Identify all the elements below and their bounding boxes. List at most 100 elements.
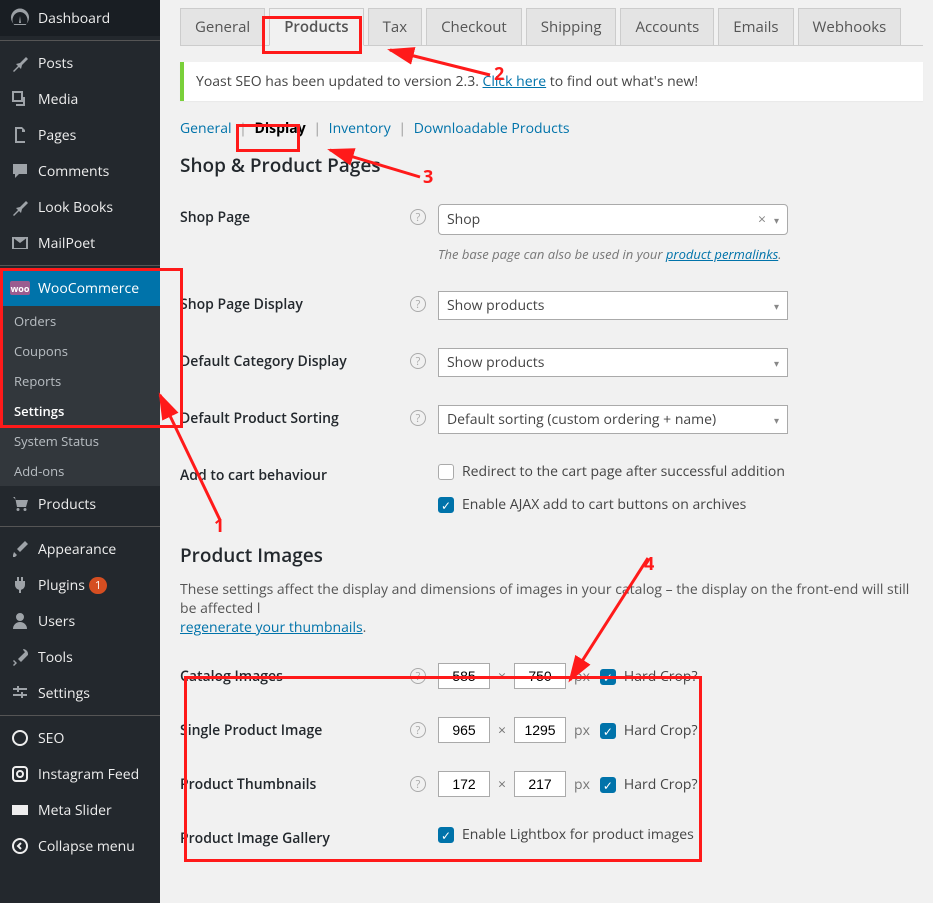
menu-posts[interactable]: Posts bbox=[0, 45, 160, 81]
images-desc: These settings affect the display and di… bbox=[180, 580, 923, 637]
menu-settings[interactable]: Settings bbox=[0, 675, 160, 711]
submenu-orders[interactable]: Orders bbox=[0, 306, 160, 336]
label-add-to-cart: Add to cart behaviour bbox=[180, 462, 410, 485]
media-icon bbox=[10, 89, 30, 109]
cart-icon bbox=[10, 494, 30, 514]
submenu-reports[interactable]: Reports bbox=[0, 366, 160, 396]
tab-tax[interactable]: Tax bbox=[368, 8, 422, 45]
menu-tools[interactable]: Tools bbox=[0, 639, 160, 675]
menu-label: Comments bbox=[38, 162, 109, 181]
collapse-icon bbox=[10, 836, 30, 856]
sub-display[interactable]: Display bbox=[255, 119, 306, 138]
menu-label: Plugins bbox=[38, 576, 85, 595]
notice-link[interactable]: Click here bbox=[483, 72, 547, 91]
menu-appearance[interactable]: Appearance bbox=[0, 531, 160, 567]
menu-label: Dashboard bbox=[38, 9, 110, 28]
tab-emails[interactable]: Emails bbox=[718, 8, 793, 45]
label-gallery: Product Image Gallery bbox=[180, 825, 410, 848]
star-icon bbox=[10, 197, 30, 217]
permalinks-link[interactable]: product permalinks bbox=[666, 245, 778, 263]
seo-icon bbox=[10, 728, 30, 748]
redirect-checkbox[interactable] bbox=[438, 464, 454, 480]
help-icon[interactable]: ? bbox=[410, 776, 426, 792]
label-thumbnails: Product Thumbnails bbox=[180, 771, 410, 794]
help-icon[interactable]: ? bbox=[410, 668, 426, 684]
menu-woocommerce[interactable]: wooWooCommerce bbox=[0, 270, 160, 306]
tab-products[interactable]: Products bbox=[269, 8, 363, 46]
help-icon[interactable]: ? bbox=[410, 209, 426, 225]
menu-media[interactable]: Media bbox=[0, 81, 160, 117]
caret-icon: ▾ bbox=[774, 413, 779, 427]
menu-lookbooks[interactable]: Look Books bbox=[0, 189, 160, 225]
tab-shipping[interactable]: Shipping bbox=[526, 8, 617, 45]
lightbox-checkbox[interactable] bbox=[438, 827, 454, 843]
submenu-coupons[interactable]: Coupons bbox=[0, 336, 160, 366]
tab-checkout[interactable]: Checkout bbox=[426, 8, 522, 45]
notice-text: Yoast SEO has been updated to version 2.… bbox=[196, 72, 483, 91]
admin-sidebar: Dashboard Posts Media Pages Comments Loo… bbox=[0, 0, 160, 903]
category-display-select[interactable]: Show products ▾ bbox=[438, 348, 788, 377]
label-product-sorting: Default Product Sorting bbox=[180, 405, 410, 428]
single-width-input[interactable] bbox=[438, 717, 490, 743]
help-icon[interactable]: ? bbox=[410, 353, 426, 369]
help-icon[interactable]: ? bbox=[410, 722, 426, 738]
menu-dashboard[interactable]: Dashboard bbox=[0, 0, 160, 36]
regenerate-link[interactable]: regenerate your thumbnails bbox=[180, 618, 363, 637]
users-icon bbox=[10, 611, 30, 631]
thumb-crop-checkbox[interactable] bbox=[600, 777, 616, 793]
menu-label: Settings bbox=[38, 684, 90, 703]
checkbox-label: Hard Crop? bbox=[624, 667, 698, 686]
menu-mailpoet[interactable]: MailPoet bbox=[0, 225, 160, 261]
caret-icon: ▾ bbox=[774, 356, 779, 370]
help-icon[interactable]: ? bbox=[410, 296, 426, 312]
checkbox-label: Enable AJAX add to cart buttons on archi… bbox=[462, 495, 746, 514]
help-icon[interactable]: ? bbox=[410, 410, 426, 426]
shop-page-select[interactable]: Shop ×▾ bbox=[438, 204, 788, 235]
catalog-width-input[interactable] bbox=[438, 663, 490, 689]
submenu-addons[interactable]: Add-ons bbox=[0, 456, 160, 486]
single-height-input[interactable] bbox=[514, 717, 566, 743]
menu-pages[interactable]: Pages bbox=[0, 117, 160, 153]
menu-comments[interactable]: Comments bbox=[0, 153, 160, 189]
ajax-checkbox[interactable] bbox=[438, 497, 454, 513]
clear-icon[interactable]: × bbox=[758, 210, 766, 229]
menu-label: WooCommerce bbox=[38, 279, 139, 298]
menu-users[interactable]: Users bbox=[0, 603, 160, 639]
select-value: Show products bbox=[447, 296, 544, 315]
checkbox-label: Hard Crop? bbox=[624, 775, 698, 794]
menu-label: Instagram Feed bbox=[38, 765, 139, 784]
tab-webhooks[interactable]: Webhooks bbox=[798, 8, 902, 45]
thumb-width-input[interactable] bbox=[438, 771, 490, 797]
menu-label: Appearance bbox=[38, 540, 116, 559]
woo-submenu: Orders Coupons Reports Settings System S… bbox=[0, 306, 160, 486]
submenu-settings[interactable]: Settings bbox=[0, 396, 160, 426]
sub-inventory[interactable]: Inventory bbox=[329, 119, 391, 138]
notice-text2: to find out what's new! bbox=[546, 72, 698, 91]
menu-instagram[interactable]: Instagram Feed bbox=[0, 756, 160, 792]
single-crop-checkbox[interactable] bbox=[600, 723, 616, 739]
shop-display-select[interactable]: Show products▾ bbox=[438, 291, 788, 320]
thumb-height-input[interactable] bbox=[514, 771, 566, 797]
checkbox-label: Hard Crop? bbox=[624, 721, 698, 740]
menu-metaslider[interactable]: Meta Slider bbox=[0, 792, 160, 828]
sorting-select[interactable]: Default sorting (custom ordering + name)… bbox=[438, 405, 788, 434]
menu-label: Pages bbox=[38, 126, 76, 145]
tab-accounts[interactable]: Accounts bbox=[620, 8, 714, 45]
select-value: Show products bbox=[447, 353, 544, 372]
menu-products[interactable]: Products bbox=[0, 486, 160, 522]
submenu-system-status[interactable]: System Status bbox=[0, 426, 160, 456]
collapse-menu[interactable]: Collapse menu bbox=[0, 828, 160, 864]
label-single-image: Single Product Image bbox=[180, 717, 410, 740]
shop-page-desc: The base page can also be used in your p… bbox=[438, 245, 923, 263]
sub-general[interactable]: General bbox=[180, 119, 232, 138]
menu-plugins[interactable]: Plugins1 bbox=[0, 567, 160, 603]
tab-general[interactable]: General bbox=[180, 8, 265, 45]
catalog-height-input[interactable] bbox=[514, 663, 566, 689]
sliders-icon bbox=[10, 683, 30, 703]
main-content: General Products Tax Checkout Shipping A… bbox=[160, 0, 933, 903]
sub-downloadable[interactable]: Downloadable Products bbox=[414, 119, 570, 138]
settings-tabs: General Products Tax Checkout Shipping A… bbox=[180, 8, 923, 46]
menu-seo[interactable]: SEO bbox=[0, 720, 160, 756]
catalog-crop-checkbox[interactable] bbox=[600, 669, 616, 685]
label-shop-page: Shop Page bbox=[180, 204, 410, 227]
